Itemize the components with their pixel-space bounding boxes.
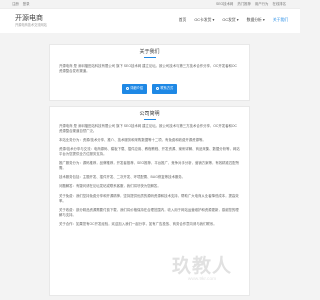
company-paragraph: 问题解答：有疑问请在论坛发帖或联系客服，我们将尽快为您解答。 (59, 184, 161, 189)
chevron-down-icon: ▾ (261, 18, 265, 23)
about-card: 关于我们 开源电商 是 深圳福田站科技有限公司 旗下 SEO技术网 建立论坛。致… (49, 44, 250, 101)
company-paragraph: 推广服务分为：源码推荐，品牌推荐，开发者推荐，SEO推荐，平台推广，竞争对手分析… (59, 161, 240, 171)
main-nav: 首页 OC卡发货 ▾ OC发货 ▾ 数据分析 ▾ 关于我们 (179, 18, 288, 24)
company-body: 开源电商 是 深圳福田站科技有限公司 旗下 SEO技术网 建立论坛。致公司技术与… (50, 120, 249, 227)
logo[interactable]: 开源电商 开源电商技术交流网站 (15, 15, 47, 27)
chevron-down-icon: ▾ (235, 18, 239, 23)
account-links: 注册 登录 (12, 2, 30, 7)
nav-data-analysis[interactable]: 数据分析 ▾ (247, 18, 265, 24)
company-paragraph: 关于免费：我们坚持免费分享和开源精神，坚持提供优质的源码资源和技术支持，帮助广大… (59, 193, 239, 203)
login-link[interactable]: 登录 (23, 2, 30, 7)
detail-button[interactable]: 详细介绍 (121, 83, 147, 94)
info-icon (125, 87, 129, 91)
nav-about[interactable]: 关于我们 (273, 18, 288, 24)
watermark: 玖教人 www.9kr.com (159, 251, 245, 289)
top-link-seo[interactable]: SEO技术网 (216, 2, 233, 7)
top-link-rank[interactable]: 在线排名 (272, 2, 286, 7)
top-link-hot[interactable]: 热门推荐 (237, 2, 251, 7)
watermark-logo: 玖教人 (171, 254, 232, 277)
nav-oc-shipping[interactable]: OC卡发货 ▾ (194, 18, 214, 24)
top-links: SEO技术网 热门推荐 用户行为 在线排名 (216, 2, 286, 7)
company-paragraph: 资源/技术分享与交流：电商源码、模板下载、插件应用、教程教程、开发资源、案例详解… (59, 147, 240, 157)
register-link[interactable]: 注册 (12, 2, 19, 7)
chevron-down-icon: ▾ (211, 18, 215, 23)
contact-button[interactable]: 联系方式 (152, 83, 178, 94)
contact-button-label: 联系方式 (160, 86, 174, 91)
top-bar: 注册 登录 SEO技术网 热门推荐 用户行为 在线排名 (0, 0, 300, 9)
detail-button-label: 详细介绍 (130, 86, 143, 91)
about-title: 关于我们 (139, 49, 160, 55)
nav-oc-shipping-label: OC卡发货 (194, 18, 212, 23)
company-card: 公司简明 开源电商 是 深圳福田站科技有限公司 旗下 SEO技术网 建立论坛。致… (49, 106, 250, 296)
site-header: 开源电商 开源电商技术交流网站 首页 OC卡发货 ▾ OC发货 ▾ 数据分析 ▾… (0, 9, 300, 33)
top-link-behavior[interactable]: 用户行为 (255, 2, 269, 7)
logo-subtitle: 开源电商技术交流网站 (15, 22, 47, 27)
nav-oc-ship[interactable]: OC发货 ▾ (222, 18, 238, 24)
company-paragraph: 关于合作：如果您有OC开发经验，欢迎加入我们一起分享，如有广告投放、商务合作意向… (59, 221, 217, 226)
company-title: 公司简明 (139, 111, 160, 117)
about-text: 开源电商 是 深圳福田站科技有限公司 旗下 SEO技术网 建立论坛。致公司技术与… (59, 64, 238, 73)
nav-home[interactable]: 首页 (179, 18, 187, 24)
company-paragraph: 开源电商 是 深圳福田站科技有限公司 旗下 SEO技术网 建立论坛。致公司技术与… (59, 124, 238, 133)
company-paragraph: 本站业务分为：资源/技术分享、推介、技术服务和采购数据等十二项，有免费和收费开源… (59, 138, 206, 143)
watermark-url: www.9kr.com (187, 276, 217, 282)
nav-data-analysis-label: 数据分析 (246, 18, 262, 23)
company-paragraph: 技术服务包括：主题开发、插件开发、二次开发、环境配置、BUG修复等技术服务。 (59, 175, 186, 180)
nav-oc-ship-label: OC发货 (222, 18, 236, 23)
company-paragraph: 关于收费：部分精品资源需要付费下载，我们将价格保持在合理范围内，收入用于网站运营… (59, 207, 239, 217)
about-buttons: 详细介绍 联系方式 (50, 83, 249, 94)
phone-icon (156, 87, 159, 91)
logo-title: 开源电商 (15, 14, 43, 22)
